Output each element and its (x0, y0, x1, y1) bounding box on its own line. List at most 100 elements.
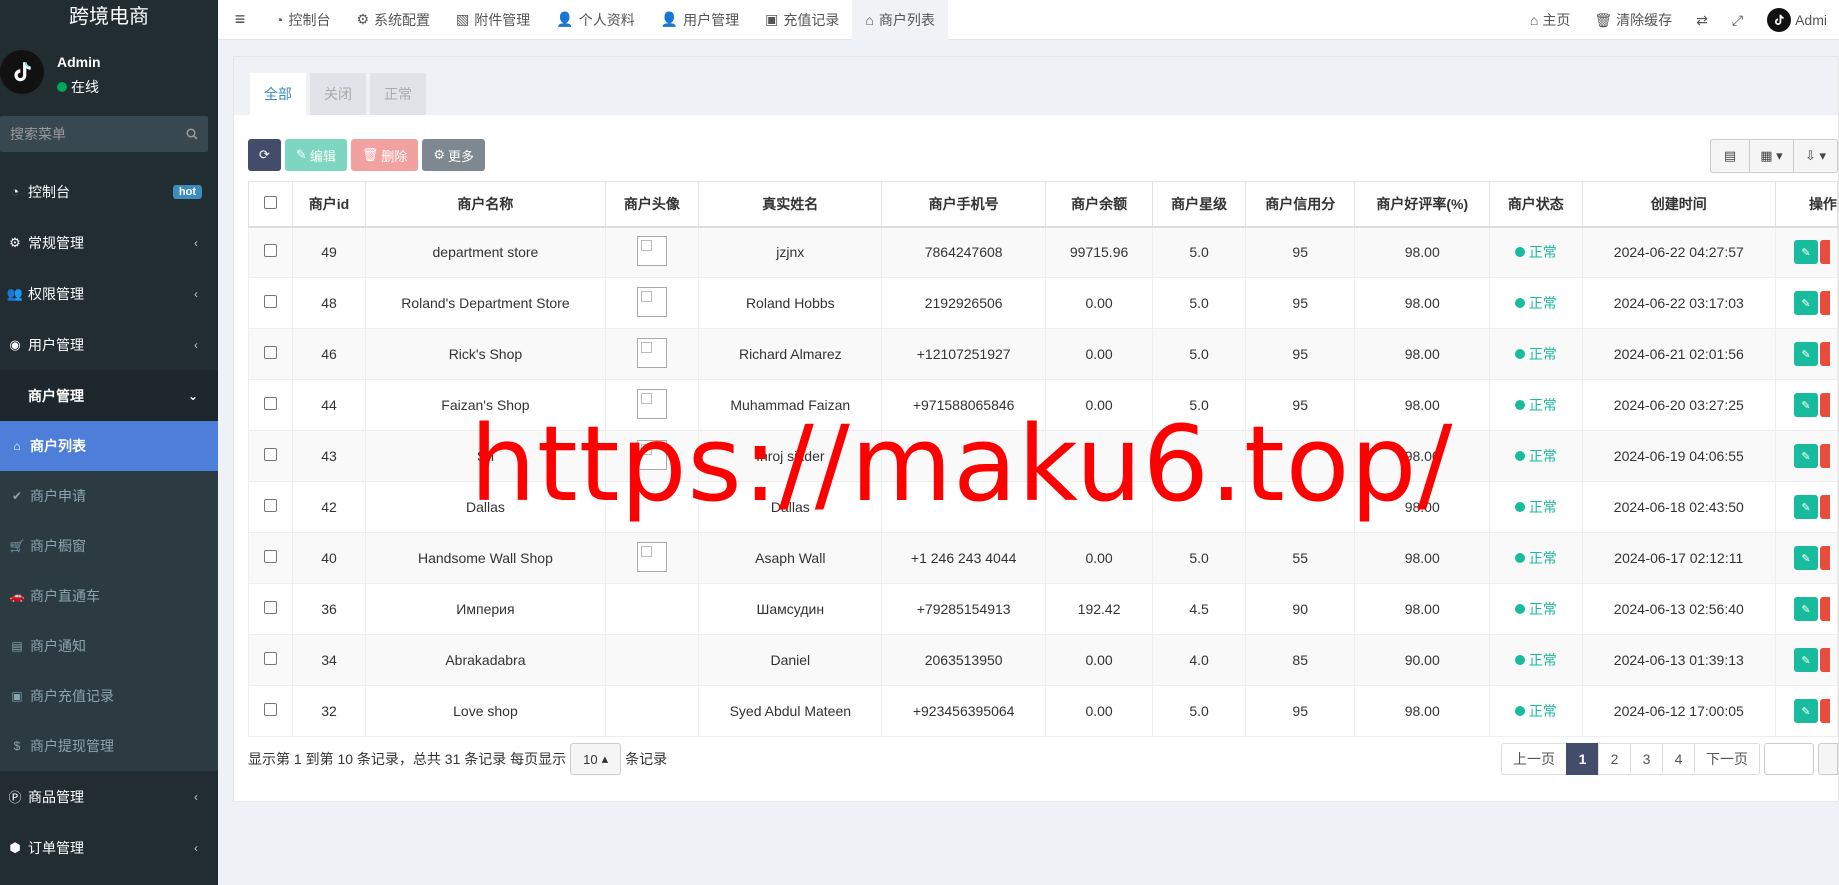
col-header[interactable]: 商户名称 (365, 181, 606, 228)
home-link[interactable]: ⌂ 主页 (1518, 10, 1582, 30)
page-size-select[interactable]: 10 ▴ (570, 743, 622, 775)
merchant-avatar-image[interactable] (636, 235, 667, 266)
sidebar-item-products[interactable]: Ⓟ 商品管理 ‹ (0, 771, 218, 822)
page-button-3[interactable]: 3 (1630, 743, 1663, 775)
page-button-1[interactable]: 1 (1566, 743, 1599, 775)
clear-cache-button[interactable]: 🗑 清除缓存 (1582, 10, 1684, 30)
menu-toggle-icon[interactable]: ≡ (218, 9, 262, 30)
page-button-4[interactable]: 4 (1662, 743, 1695, 775)
goto-page-button[interactable] (1818, 743, 1838, 775)
row-edit-button[interactable]: ✎ (1793, 597, 1818, 621)
app-logo[interactable]: 跨境电商 (0, 0, 218, 34)
col-header[interactable]: 商户状态 (1489, 181, 1583, 228)
row-checkbox[interactable] (263, 448, 277, 461)
row-delete-button[interactable] (1819, 495, 1830, 519)
menu-search-input[interactable]: 搜索菜单 (0, 116, 208, 152)
row-delete-button[interactable] (1819, 342, 1830, 366)
col-header[interactable]: 真实姓名 (698, 181, 883, 228)
row-select-cell[interactable] (248, 685, 293, 737)
tab-dashboard[interactable]: ◔ 控制台 (262, 0, 343, 40)
sidebar-item-users[interactable]: ◉ 用户管理 ‹ (0, 319, 218, 370)
select-all-header[interactable] (248, 181, 293, 228)
prev-page-button[interactable]: 上一页 (1501, 743, 1567, 775)
row-select-cell[interactable] (248, 430, 293, 482)
refresh-button[interactable]: ⟳ (248, 139, 281, 171)
filter-tab-normal[interactable]: 正常 (370, 73, 426, 115)
sidebar-subitem-merchant-withdraw[interactable]: $ 商户提现管理 (0, 721, 218, 771)
col-header[interactable]: 商户id (291, 181, 367, 228)
row-checkbox[interactable] (263, 346, 277, 359)
tab-attachments[interactable]: ▧ 附件管理 (443, 0, 543, 40)
select-all-checkbox[interactable] (263, 195, 277, 209)
row-checkbox[interactable] (263, 601, 277, 614)
row-select-cell[interactable] (248, 481, 293, 533)
row-checkbox[interactable] (263, 295, 277, 308)
row-edit-button[interactable]: ✎ (1793, 546, 1818, 570)
row-delete-button[interactable] (1819, 699, 1830, 723)
row-select-cell[interactable] (248, 226, 293, 278)
sidebar-subitem-merchant-notice[interactable]: ▤ 商户通知 (0, 621, 218, 671)
sidebar-item-permissions[interactable]: 👥 权限管理 ‹ (0, 268, 218, 319)
language-toggle-icon[interactable]: ⇄ (1684, 12, 1720, 29)
sidebar-subitem-merchant-recharge[interactable]: ▣ 商户充值记录 (0, 671, 218, 721)
columns-dropdown-icon[interactable]: ▦ ▾ (1749, 140, 1793, 172)
row-edit-button[interactable]: ✎ (1793, 393, 1818, 417)
row-checkbox[interactable] (263, 499, 277, 512)
merchant-avatar-image[interactable] (636, 286, 667, 317)
row-delete-button[interactable] (1819, 648, 1830, 672)
col-header[interactable]: 操作 (1774, 181, 1839, 228)
tab-system-config[interactable]: ⚙ 系统配置 (343, 0, 443, 40)
row-edit-button[interactable]: ✎ (1793, 699, 1818, 723)
col-header[interactable]: 商户信用分 (1244, 181, 1356, 228)
sidebar-subitem-merchant-showcase[interactable]: 🛒 商户橱窗 (0, 521, 218, 571)
row-checkbox[interactable] (263, 550, 277, 563)
row-edit-button[interactable]: ✎ (1793, 291, 1818, 315)
page-button-2[interactable]: 2 (1598, 743, 1631, 775)
row-delete-button[interactable] (1819, 597, 1830, 621)
sidebar-item-orders[interactable]: ⬢ 订单管理 ‹ (0, 822, 218, 873)
row-edit-button[interactable]: ✎ (1793, 444, 1818, 468)
row-select-cell[interactable] (248, 328, 293, 380)
row-select-cell[interactable] (248, 277, 293, 329)
export-dropdown-icon[interactable]: ⇩ ▾ (1793, 140, 1837, 172)
next-page-button[interactable]: 下一页 (1694, 743, 1760, 775)
col-header[interactable]: 创建时间 (1581, 181, 1776, 228)
row-delete-button[interactable] (1819, 240, 1830, 265)
row-edit-button[interactable]: ✎ (1793, 648, 1818, 672)
row-select-cell[interactable] (248, 634, 293, 686)
sidebar-item-general[interactable]: ⚙ 常规管理 ‹ (0, 217, 218, 268)
row-delete-button[interactable] (1819, 291, 1830, 315)
tab-recharge-records[interactable]: ▣ 充值记录 (752, 0, 852, 40)
merchant-avatar-image[interactable] (636, 337, 667, 368)
fullscreen-icon[interactable]: ⤢ (1720, 12, 1755, 29)
row-edit-button[interactable]: ✎ (1793, 342, 1818, 366)
col-header[interactable]: 商户星级 (1152, 181, 1246, 228)
sidebar-item-merchants[interactable]: 商户管理 ⌄ (0, 370, 218, 421)
sidebar-subitem-merchant-list[interactable]: ⌂ 商户列表 (0, 421, 218, 471)
row-select-cell[interactable] (248, 379, 293, 431)
row-checkbox[interactable] (263, 244, 277, 258)
filter-tab-closed[interactable]: 关闭 (310, 73, 366, 115)
goto-page-input[interactable] (1764, 743, 1814, 775)
row-checkbox[interactable] (263, 397, 277, 410)
sidebar-item-dashboard[interactable]: ◔ 控制台 hot (0, 166, 218, 217)
row-edit-button[interactable]: ✎ (1793, 240, 1818, 265)
row-select-cell[interactable] (248, 583, 293, 635)
row-edit-button[interactable]: ✎ (1793, 495, 1818, 519)
delete-button[interactable]: 🗑 删除 (350, 139, 419, 171)
row-checkbox[interactable] (263, 703, 277, 716)
merchant-avatar-image[interactable] (636, 541, 667, 572)
col-header[interactable]: 商户头像 (604, 181, 700, 228)
col-header[interactable]: 商户余额 (1044, 181, 1154, 228)
edit-button[interactable]: ✎ 编辑 (284, 139, 347, 171)
user-menu[interactable]: Admi (1755, 8, 1839, 32)
filter-tab-all[interactable]: 全部 (250, 73, 306, 115)
sidebar-subitem-merchant-express[interactable]: 🚗 商户直通车 (0, 571, 218, 621)
row-select-cell[interactable] (248, 532, 293, 584)
row-checkbox[interactable] (263, 652, 277, 665)
toggle-view-icon[interactable]: ▤ (1711, 140, 1749, 172)
col-header[interactable]: 商户好评率(%) (1354, 181, 1491, 228)
col-header[interactable]: 商户手机号 (881, 181, 1046, 228)
tab-user-management[interactable]: 👤 用户管理 (648, 0, 752, 40)
tab-merchant-list[interactable]: ⌂ 商户列表 (852, 0, 948, 40)
